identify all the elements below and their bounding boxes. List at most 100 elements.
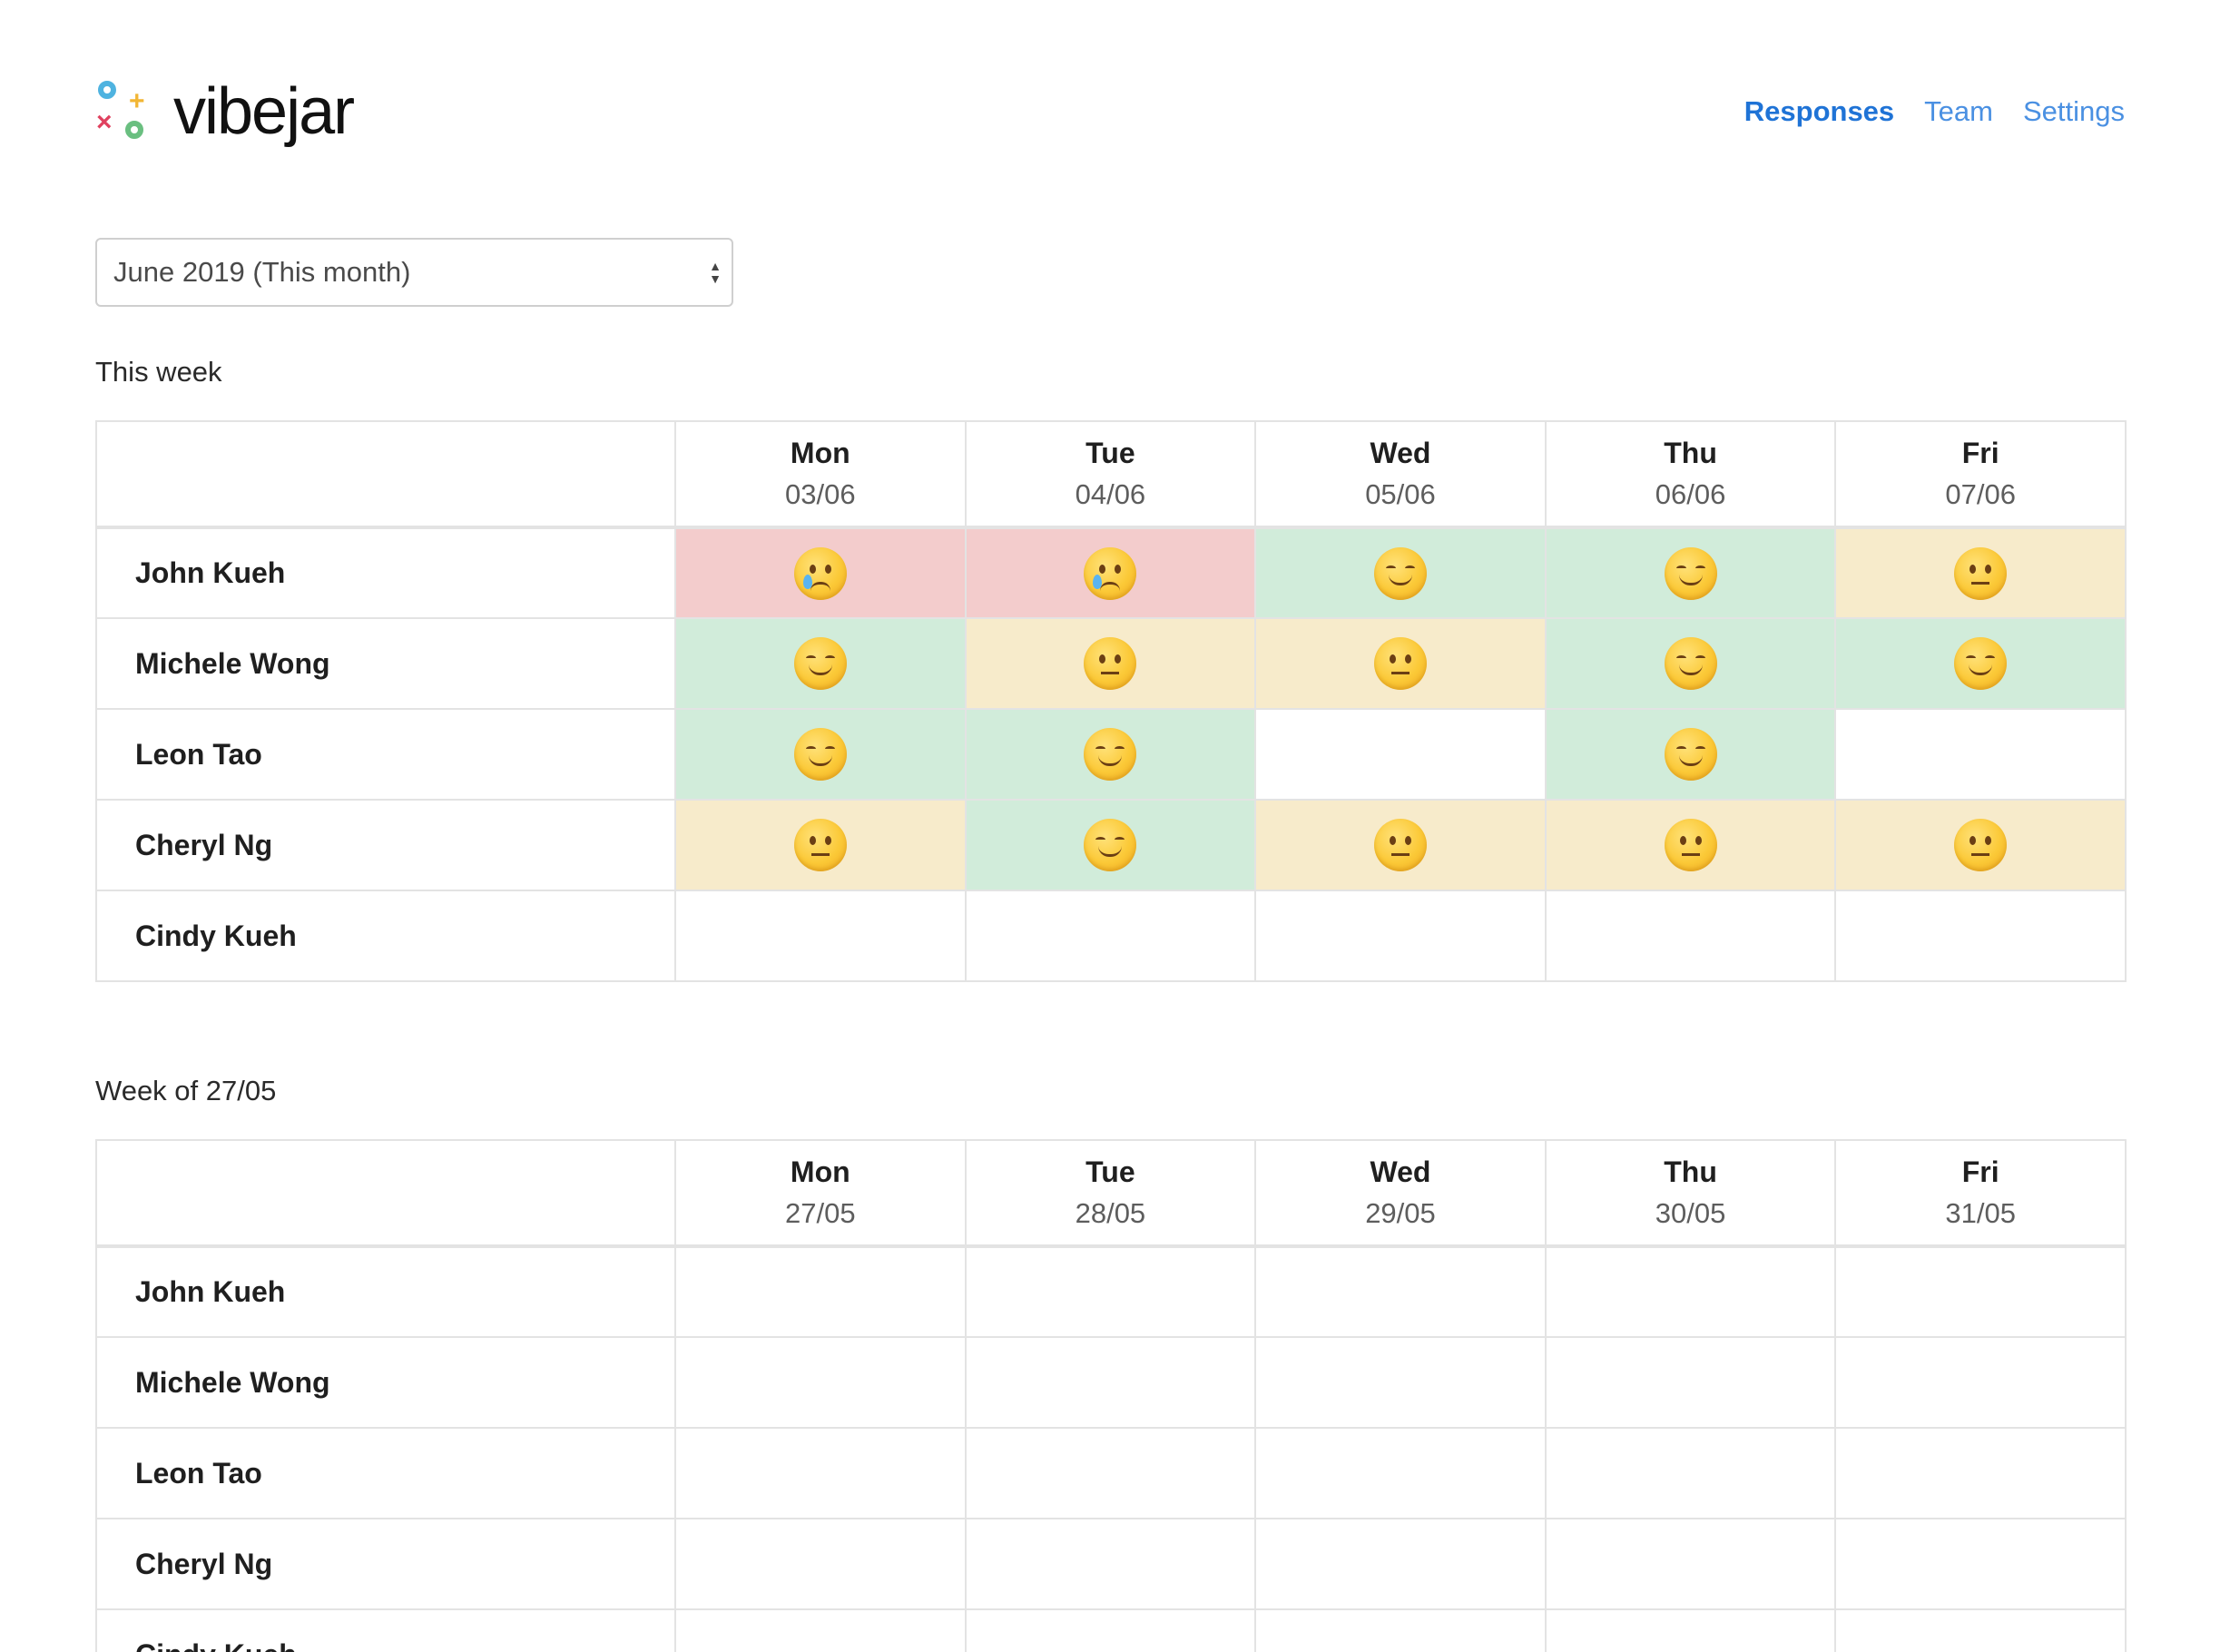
mood-cell <box>964 617 1257 710</box>
page: + × vibejar Responses Team Settings June… <box>0 0 2220 1652</box>
member-name: Michele Wong <box>95 617 676 710</box>
mood-cell <box>674 1608 967 1652</box>
day-header: Mon 03/06 <box>674 420 967 529</box>
table-row: Leon Tao <box>95 708 2127 801</box>
mood-cell <box>674 526 967 619</box>
nav-responses-link[interactable]: Responses <box>1744 95 1894 128</box>
mood-cell <box>1544 617 1837 710</box>
day-header: Fri 31/05 <box>1834 1139 2127 1248</box>
top-nav: Responses Team Settings <box>1714 95 2125 128</box>
mood-cell <box>674 617 967 710</box>
mood-cell <box>964 526 1257 619</box>
neutral-face-icon <box>1084 637 1137 690</box>
happy-face-icon <box>1084 728 1137 781</box>
table-row: Michele Wong <box>95 617 2127 710</box>
mood-cell <box>1254 799 1547 891</box>
day-name: Tue <box>1085 437 1135 469</box>
mood-cell <box>1254 1427 1547 1519</box>
mood-cell <box>1544 1427 1837 1519</box>
mood-cell <box>674 708 967 801</box>
mood-cell <box>964 1245 1257 1338</box>
header-blank-cell <box>95 1139 676 1248</box>
sad-face-icon <box>1084 546 1137 600</box>
mood-cell <box>1544 890 1837 982</box>
table-row: Cindy Kueh <box>95 890 2127 982</box>
day-name: Wed <box>1370 1155 1431 1188</box>
mood-cell <box>1254 708 1547 801</box>
day-date: 30/05 <box>1655 1197 1726 1229</box>
nav-team-link[interactable]: Team <box>1924 95 1993 128</box>
mood-cell <box>1834 1427 2127 1519</box>
mood-cell <box>1834 526 2127 619</box>
mood-cell <box>1544 1245 1837 1338</box>
member-name: Leon Tao <box>95 1427 676 1519</box>
header-row: Mon 03/06 Tue 04/06 Wed 05/06 Thu 06/06 Fri 07/06 <box>95 420 2127 529</box>
day-name: Mon <box>790 1155 850 1188</box>
neutral-face-icon <box>1954 546 2008 600</box>
table-row: John Kueh <box>95 526 2127 619</box>
mood-cell <box>674 1336 967 1429</box>
mood-cell <box>674 1245 967 1338</box>
happy-face-icon <box>1373 546 1427 600</box>
mood-cell <box>1254 526 1547 619</box>
mood-cell <box>1254 1518 1547 1610</box>
header-row: Mon 27/05 Tue 28/05 Wed 29/05 Thu 30/05 Fri 31/05 <box>95 1139 2127 1248</box>
day-name: Thu <box>1664 1155 1717 1188</box>
day-header: Tue 28/05 <box>964 1139 1257 1248</box>
nav-settings-link[interactable]: Settings <box>2023 95 2125 128</box>
mood-cell <box>964 1608 1257 1652</box>
mood-cell <box>1254 617 1547 710</box>
mood-cell <box>1834 1608 2127 1652</box>
happy-face-icon <box>1664 546 1717 600</box>
week-label: Week of 27/05 <box>95 1075 277 1106</box>
mood-cell <box>1544 1518 1837 1610</box>
member-name: Leon Tao <box>95 708 676 801</box>
member-name: Cheryl Ng <box>95 799 676 891</box>
neutral-face-icon <box>1954 819 2008 871</box>
table-row: John Kueh <box>95 1245 2127 1338</box>
day-date: 29/05 <box>1365 1197 1436 1229</box>
day-header: Thu 06/06 <box>1544 420 1837 529</box>
weeks-container: This week Mon 03/06 Tue 04/06 Wed 05/06 Thu 06/0… <box>95 356 2127 1652</box>
table-row: Cheryl Ng <box>95 1518 2127 1610</box>
month-select-value: June 2019 (This month) <box>113 256 411 288</box>
header: + × vibejar Responses Team Settings <box>95 0 2125 209</box>
neutral-face-icon <box>793 819 847 871</box>
mood-cell <box>1834 708 2127 801</box>
table-row: Michele Wong <box>95 1336 2127 1429</box>
mood-cell <box>1254 1336 1547 1429</box>
mood-cell <box>964 1336 1257 1429</box>
day-header: Fri 07/06 <box>1834 420 2127 529</box>
mood-cell <box>1254 890 1547 982</box>
day-date: 27/05 <box>785 1197 856 1229</box>
mood-table: Mon 27/05 Tue 28/05 Wed 29/05 Thu 30/05 Fri 31/05… <box>95 1139 2127 1652</box>
mood-cell <box>674 799 967 891</box>
day-name: Thu <box>1664 437 1717 469</box>
member-name: Cindy Kueh <box>95 1608 676 1652</box>
day-date: 03/06 <box>785 478 856 510</box>
mood-cell <box>1254 1245 1547 1338</box>
brand[interactable]: + × vibejar <box>95 79 355 144</box>
day-date: 31/05 <box>1945 1197 2016 1229</box>
mood-cell <box>964 890 1257 982</box>
day-header: Thu 30/05 <box>1544 1139 1837 1248</box>
day-name: Fri <box>1961 437 1999 469</box>
mood-cell <box>1254 1608 1547 1652</box>
day-header: Wed 05/06 <box>1254 420 1547 529</box>
mood-cell <box>674 1518 967 1610</box>
month-select[interactable]: June 2019 (This month) ▲ ▼ <box>95 238 733 307</box>
day-date: 05/06 <box>1365 478 1436 510</box>
sad-face-icon <box>793 546 847 600</box>
mood-cell <box>674 1427 967 1519</box>
member-name: Cheryl Ng <box>95 1518 676 1610</box>
logo-icon: + × <box>95 79 155 144</box>
mood-cell <box>1834 799 2127 891</box>
day-header: Tue 04/06 <box>964 420 1257 529</box>
day-header: Wed 29/05 <box>1254 1139 1547 1248</box>
day-name: Tue <box>1085 1155 1135 1188</box>
happy-face-icon <box>1664 637 1717 690</box>
day-name: Wed <box>1370 437 1431 469</box>
mood-cell <box>964 799 1257 891</box>
happy-face-icon <box>793 728 847 781</box>
mood-table: Mon 03/06 Tue 04/06 Wed 05/06 Thu 06/06 Fri 07/06… <box>95 420 2127 982</box>
